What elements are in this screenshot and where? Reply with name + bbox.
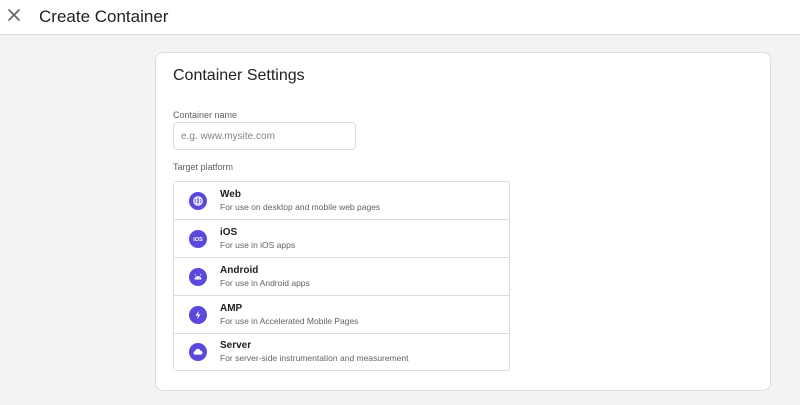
- platform-name: AMP: [220, 302, 243, 314]
- container-name-label: Container name: [173, 110, 238, 120]
- platform-list: Web For use on desktop and mobile web pa…: [173, 181, 510, 371]
- platform-name: iOS: [220, 226, 238, 238]
- platform-item-android[interactable]: Android For use in Android apps: [174, 258, 509, 296]
- android-icon: [189, 267, 207, 286]
- close-icon: [7, 8, 21, 27]
- platform-description: For use in Android apps: [220, 277, 310, 288]
- cloud-icon: [189, 343, 207, 361]
- platform-item-server[interactable]: Server For server-side instrumentation a…: [174, 334, 509, 370]
- bolt-icon: [189, 305, 207, 324]
- container-name-input[interactable]: [173, 122, 356, 150]
- platform-description: For use in iOS apps: [220, 239, 296, 250]
- target-platform-label: Target platform: [173, 162, 234, 172]
- platform-name: Android: [220, 264, 259, 276]
- container-settings-card: Container Settings Container name Target…: [155, 52, 771, 391]
- card-title: Container Settings: [173, 67, 305, 84]
- platform-description: For server-side instrumentation and meas…: [220, 353, 409, 363]
- platform-description: For use in Accelerated Mobile Pages: [220, 315, 359, 326]
- globe-icon: [189, 191, 207, 210]
- svg-text:iOS: iOS: [193, 237, 203, 243]
- platform-item-ios[interactable]: iOS iOS For use in iOS apps: [174, 220, 509, 258]
- top-bar: Create Container: [0, 0, 800, 35]
- platform-item-web[interactable]: Web For use on desktop and mobile web pa…: [174, 182, 509, 220]
- ios-icon: iOS: [189, 229, 207, 248]
- close-button[interactable]: [0, 3, 28, 31]
- platform-name: Web: [220, 188, 241, 200]
- platform-description: For use on desktop and mobile web pages: [220, 201, 381, 212]
- platform-item-amp[interactable]: AMP For use in Accelerated Mobile Pages: [174, 296, 509, 334]
- platform-name: Server: [220, 340, 252, 351]
- page-title: Create Container: [39, 7, 169, 26]
